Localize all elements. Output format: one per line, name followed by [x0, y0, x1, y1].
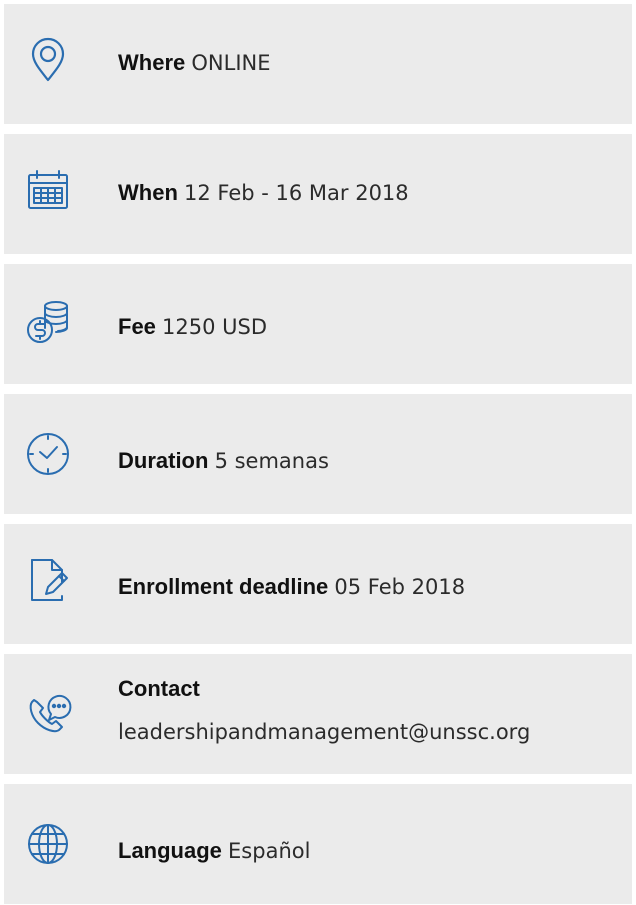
location-pin-icon	[24, 36, 72, 84]
info-label: Where	[118, 50, 186, 75]
document-edit-icon	[24, 556, 72, 604]
info-text-when: When 12 Feb - 16 Mar 2018	[118, 180, 628, 206]
info-row-where: Where ONLINE	[4, 4, 632, 124]
info-value: Español	[228, 839, 311, 863]
info-text-enrollment-deadline: Enrollment deadline 05 Feb 2018	[118, 574, 628, 600]
clock-icon	[24, 430, 72, 478]
info-row-fee: Fee 1250 USD	[4, 264, 632, 384]
contact-label: Contact	[118, 676, 200, 701]
calendar-icon	[24, 166, 72, 214]
info-text-where: Where ONLINE	[118, 50, 628, 76]
info-value: 5 semanas	[214, 449, 329, 473]
info-row-when: When 12 Feb - 16 Mar 2018	[4, 134, 632, 254]
info-row-duration: Duration 5 semanas	[4, 394, 632, 514]
info-value: 05 Feb 2018	[334, 575, 466, 599]
info-value: ONLINE	[191, 51, 271, 75]
info-text-language: Language Español	[118, 838, 628, 864]
info-value: 12 Feb - 16 Mar 2018	[184, 181, 409, 205]
course-info-list: Where ONLINE When 12 Feb - 16 Mar 2018 F…	[0, 0, 636, 905]
info-label: When	[118, 180, 178, 205]
info-row-enrollment-deadline: Enrollment deadline 05 Feb 2018	[4, 524, 632, 644]
info-row-contact: Contact leadershipandmanagement@unssc.or…	[4, 654, 632, 774]
info-row-language: Language Español	[4, 784, 632, 904]
info-label: Enrollment deadline	[118, 574, 329, 599]
contact-email-link[interactable]: leadershipandmanagement@unssc.org	[118, 720, 530, 744]
info-text-duration: Duration 5 semanas	[118, 448, 628, 474]
info-label: Language	[118, 838, 222, 863]
info-label: Duration	[118, 448, 209, 473]
info-text-fee: Fee 1250 USD	[118, 314, 628, 340]
info-value: 1250 USD	[162, 315, 268, 339]
info-label: Fee	[118, 314, 156, 339]
coins-icon	[24, 298, 72, 346]
globe-icon	[24, 820, 72, 868]
phone-chat-icon	[24, 690, 72, 738]
